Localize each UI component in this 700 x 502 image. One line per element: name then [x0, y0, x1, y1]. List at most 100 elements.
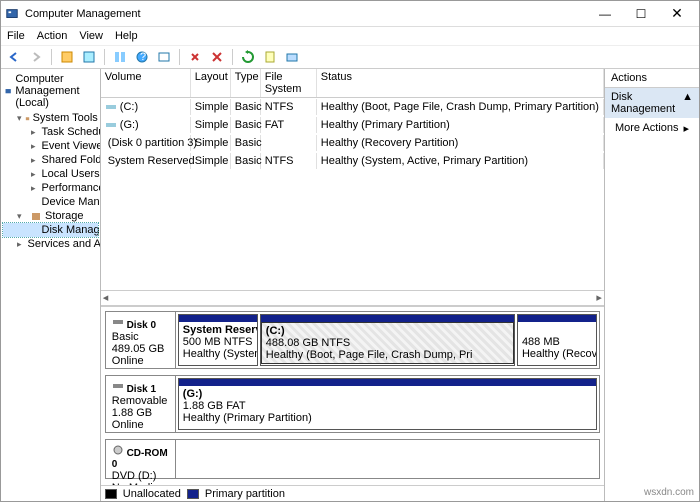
tree-disk-management[interactable]: ▸Disk Management [3, 223, 98, 237]
tree-item-label: Services and Applications [28, 238, 101, 250]
chevron-right-icon: ▸ [683, 122, 689, 135]
cell: NTFS [261, 99, 317, 115]
disk-graphic-pane: Disk 0 Basic 489.05 GB Online System Res… [101, 306, 604, 485]
titlebar: Computer Management — ☐ ✕ [1, 1, 699, 27]
tree-device-manager[interactable]: ▸Device Manager [3, 195, 98, 209]
svg-text:?: ? [140, 51, 146, 63]
tree-item-label: Task Scheduler [42, 126, 101, 138]
cell: System Reserved [108, 155, 195, 167]
cell: Healthy (Recovery Partition) [317, 135, 604, 151]
menu-action[interactable]: Action [37, 30, 68, 42]
toolbar-icon-4[interactable] [155, 48, 173, 66]
menu-help[interactable]: Help [115, 30, 138, 42]
tree-services[interactable]: ▸Services and Applications [3, 237, 98, 251]
cdrom-icon [112, 444, 124, 456]
tree-system-tools[interactable]: ▾System Tools [3, 111, 98, 125]
toolbar-icon-7[interactable] [283, 48, 301, 66]
close-button[interactable]: ✕ [659, 3, 695, 25]
legend-swatch-primary [187, 489, 199, 499]
volume-list-header: Volume Layout Type File System Status [101, 69, 604, 98]
actions-header: Actions [605, 69, 699, 88]
toolbar-icon-5[interactable] [186, 48, 204, 66]
toolbar-icon-3[interactable] [111, 48, 129, 66]
volume-row[interactable]: System Reserved Simple Basic NTFS Health… [101, 152, 604, 170]
watermark: wsxdn.com [644, 487, 694, 498]
tree-shared-folders[interactable]: ▸Shared Folders [3, 153, 98, 167]
col-type[interactable]: Type [231, 69, 261, 97]
window-title: Computer Management [25, 8, 587, 20]
minimize-button[interactable]: — [587, 3, 623, 25]
cdrom-0[interactable]: CD-ROM 0 DVD (D:) No Media [105, 439, 600, 479]
tree-item-label: Local Users and Groups [42, 168, 101, 180]
caret-up-icon: ▲ [682, 91, 693, 115]
cell: (G:) [120, 119, 139, 131]
cell: Simple [191, 117, 231, 133]
toolbar-sep [104, 49, 105, 65]
disk-meta: Disk 0 Basic 489.05 GB Online [106, 312, 176, 368]
legend: Unallocated Primary partition [101, 485, 604, 501]
disk-1[interactable]: Disk 1 Removable 1.88 GB Online (G:)1.88… [105, 375, 600, 433]
drive-icon [105, 119, 117, 131]
menu-view[interactable]: View [79, 30, 103, 42]
toolbar-icon-2[interactable] [80, 48, 98, 66]
tree-performance[interactable]: ▸Performance [3, 181, 98, 195]
cell: Healthy (Primary Partition) [317, 117, 604, 133]
cell: Basic [231, 99, 261, 115]
horizontal-scrollbar[interactable]: ◂▸ [101, 290, 604, 306]
back-button[interactable] [5, 48, 23, 66]
partition-g[interactable]: (G:)1.88 GB FATHealthy (Primary Partitio… [178, 378, 597, 430]
legend-swatch-unallocated [105, 489, 117, 499]
cell: Simple [191, 135, 231, 151]
actions-selected[interactable]: Disk Management▲ [605, 88, 699, 118]
tree-root-label: Computer Management (Local) [15, 73, 95, 109]
col-status[interactable]: Status [317, 69, 604, 97]
tree-event-viewer[interactable]: ▸Event Viewer [3, 139, 98, 153]
volume-row[interactable]: (Disk 0 partition 3) Simple Basic Health… [101, 134, 604, 152]
disk-meta: CD-ROM 0 DVD (D:) No Media [106, 440, 176, 478]
toolbar-sep [232, 49, 233, 65]
volume-list: (C:) Simple Basic NTFS Healthy (Boot, Pa… [101, 98, 604, 290]
toolbar-icon-6[interactable] [261, 48, 279, 66]
content-pane: Volume Layout Type File System Status (C… [101, 69, 605, 501]
forward-button[interactable] [27, 48, 45, 66]
col-layout[interactable]: Layout [191, 69, 231, 97]
legend-label: Primary partition [205, 488, 285, 500]
toolbar: ? [1, 45, 699, 69]
col-filesystem[interactable]: File System [261, 69, 317, 97]
volume-row[interactable]: (G:) Simple Basic FAT Healthy (Primary P… [101, 116, 604, 134]
disk-icon [112, 316, 124, 328]
menu-file[interactable]: File [7, 30, 25, 42]
volume-row[interactable]: (C:) Simple Basic NTFS Healthy (Boot, Pa… [101, 98, 604, 116]
col-volume[interactable]: Volume [101, 69, 191, 97]
cell [261, 135, 317, 151]
cell: Simple [191, 99, 231, 115]
partition-c[interactable]: (C:)488.08 GB NTFSHealthy (Boot, Page Fi… [260, 314, 515, 366]
delete-icon[interactable] [208, 48, 226, 66]
cell: FAT [261, 117, 317, 133]
tree-root[interactable]: Computer Management (Local) [3, 71, 98, 111]
actions-more[interactable]: More Actions▸ [605, 118, 699, 139]
maximize-button[interactable]: ☐ [623, 3, 659, 25]
disk-0[interactable]: Disk 0 Basic 489.05 GB Online System Res… [105, 311, 600, 369]
tree-local-users[interactable]: ▸Local Users and Groups [3, 167, 98, 181]
tree-storage[interactable]: ▾Storage [3, 209, 98, 223]
tree-item-label: Shared Folders [42, 154, 101, 166]
tree-item-label: Storage [45, 210, 84, 222]
toolbar-sep [51, 49, 52, 65]
tree-item-label: Device Manager [42, 196, 101, 208]
refresh-icon[interactable] [239, 48, 257, 66]
partition-system-reserved[interactable]: System Reserved500 MB NTFSHealthy (Syste… [178, 314, 258, 366]
cell: (Disk 0 partition 3) [108, 137, 197, 149]
cell: Basic [231, 153, 261, 169]
toolbar-icon-1[interactable] [58, 48, 76, 66]
actions-pane: Actions Disk Management▲ More Actions▸ [605, 69, 699, 501]
partition-recovery[interactable]: 488 MBHealthy (Recovery [517, 314, 597, 366]
cell: Basic [231, 117, 261, 133]
menubar: File Action View Help [1, 27, 699, 45]
cell: NTFS [261, 153, 317, 169]
help-icon[interactable]: ? [133, 48, 151, 66]
tree-item-label: System Tools [33, 112, 98, 124]
cell: Healthy (Boot, Page File, Crash Dump, Pr… [317, 99, 604, 115]
tree-task-scheduler[interactable]: ▸Task Scheduler [3, 125, 98, 139]
legend-label: Unallocated [123, 488, 181, 500]
